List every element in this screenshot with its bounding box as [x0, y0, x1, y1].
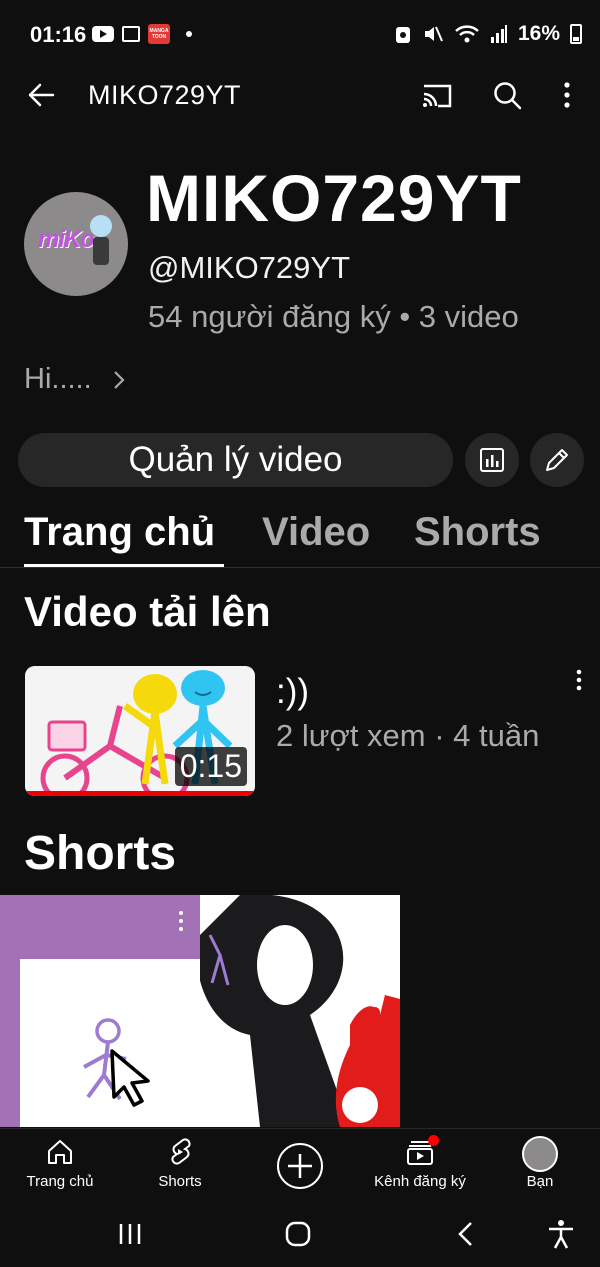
video-title[interactable]: :)) — [276, 672, 309, 712]
edit-channel-button[interactable] — [530, 433, 584, 487]
back-arrow-icon[interactable] — [26, 80, 56, 110]
nav-you[interactable]: Bạn — [480, 1129, 600, 1201]
signal-icon — [490, 25, 507, 43]
recents-icon[interactable] — [116, 1220, 144, 1248]
status-time: 01:16 — [30, 22, 87, 47]
avatar-character-icon — [90, 215, 112, 265]
channel-tabs: Trang chủ Video Shorts — [0, 502, 600, 568]
search-icon[interactable] — [492, 80, 522, 110]
manage-videos-button[interactable]: Quản lý video — [18, 433, 453, 487]
nav-home-label: Trang chủ — [26, 1173, 94, 1190]
channel-stats: 54 người đăng ký • 3 video — [148, 299, 519, 334]
tab-shorts[interactable]: Shorts — [414, 510, 541, 555]
analytics-button[interactable] — [465, 433, 519, 487]
mangatoon-icon: MANGA TOON — [148, 24, 170, 44]
dot-icon — [186, 31, 192, 37]
wifi-icon — [455, 25, 479, 43]
status-bar: 01:16 MANGA TOON 16% — [0, 0, 600, 72]
battery-percent: 16% — [517, 22, 560, 45]
nav-create[interactable] — [240, 1129, 360, 1201]
top-app-bar: MIKO729YT — [0, 72, 600, 120]
video-duration-badge: 0:15 — [174, 747, 247, 786]
gallery-icon — [122, 26, 140, 42]
tab-home[interactable]: Trang chủ — [24, 510, 215, 555]
watched-progress-bar — [25, 791, 255, 796]
video-meta: 2 lượt xem · 4 tuần — [276, 718, 540, 753]
accessibility-icon[interactable] — [546, 1218, 576, 1250]
nav-subscriptions-label: Kênh đăng ký — [374, 1173, 466, 1190]
shorts-section-title: Shorts — [24, 827, 177, 880]
chevron-right-icon — [113, 370, 125, 389]
channel-description[interactable]: Hi..... — [24, 363, 126, 396]
nav-subscriptions[interactable]: Kênh đăng ký — [360, 1129, 480, 1201]
youtube-icon — [92, 26, 114, 42]
edit-pencil-icon — [546, 449, 568, 471]
app-notification-icon — [395, 27, 410, 43]
nav-shorts[interactable]: Shorts — [120, 1129, 240, 1201]
video-more-icon[interactable] — [570, 668, 588, 692]
short-thumbnail-1[interactable] — [0, 895, 200, 1127]
short-thumbnail-2[interactable] — [200, 895, 400, 1127]
active-tab-indicator — [24, 564, 224, 567]
shorts-icon — [171, 1138, 191, 1165]
short-2-drawing — [200, 895, 400, 1127]
channel-description-text: Hi..... — [24, 363, 92, 395]
user-avatar — [522, 1136, 558, 1172]
home-icon — [48, 1140, 72, 1164]
nav-home[interactable]: Trang chủ — [0, 1129, 120, 1201]
short-more-icon[interactable] — [174, 910, 188, 932]
mute-icon — [424, 26, 443, 42]
manage-videos-label: Quản lý video — [128, 440, 343, 479]
nav-you-label: Bạn — [526, 1173, 554, 1190]
nav-shorts-label: Shorts — [158, 1173, 202, 1190]
back-chevron-icon[interactable] — [454, 1220, 478, 1248]
notification-dot — [428, 1135, 439, 1146]
cast-icon[interactable] — [420, 80, 454, 110]
video-thumbnail[interactable]: 0:15 — [25, 666, 255, 796]
analytics-icon — [480, 448, 504, 472]
tab-video[interactable]: Video — [262, 510, 370, 555]
more-vert-icon[interactable] — [556, 80, 578, 110]
uploads-section-title: Video tải lên — [24, 588, 271, 635]
short-1-drawing — [83, 1018, 150, 1107]
create-plus-icon — [277, 1143, 323, 1189]
status-system-icons: 16% — [394, 22, 582, 46]
bottom-navigation: Trang chủ Shorts Kênh đăng ký Bạn — [0, 1128, 600, 1200]
channel-handle: @MIKO729YT — [148, 250, 351, 285]
channel-name: MIKO729YT — [146, 161, 522, 235]
home-circle-icon[interactable] — [284, 1220, 312, 1248]
channel-avatar[interactable]: miKo — [24, 192, 128, 296]
battery-icon — [570, 24, 582, 44]
app-bar-title: MIKO729YT — [88, 80, 242, 110]
status-notification-icons: MANGA TOON — [92, 24, 192, 44]
system-navigation-bar — [0, 1200, 600, 1267]
